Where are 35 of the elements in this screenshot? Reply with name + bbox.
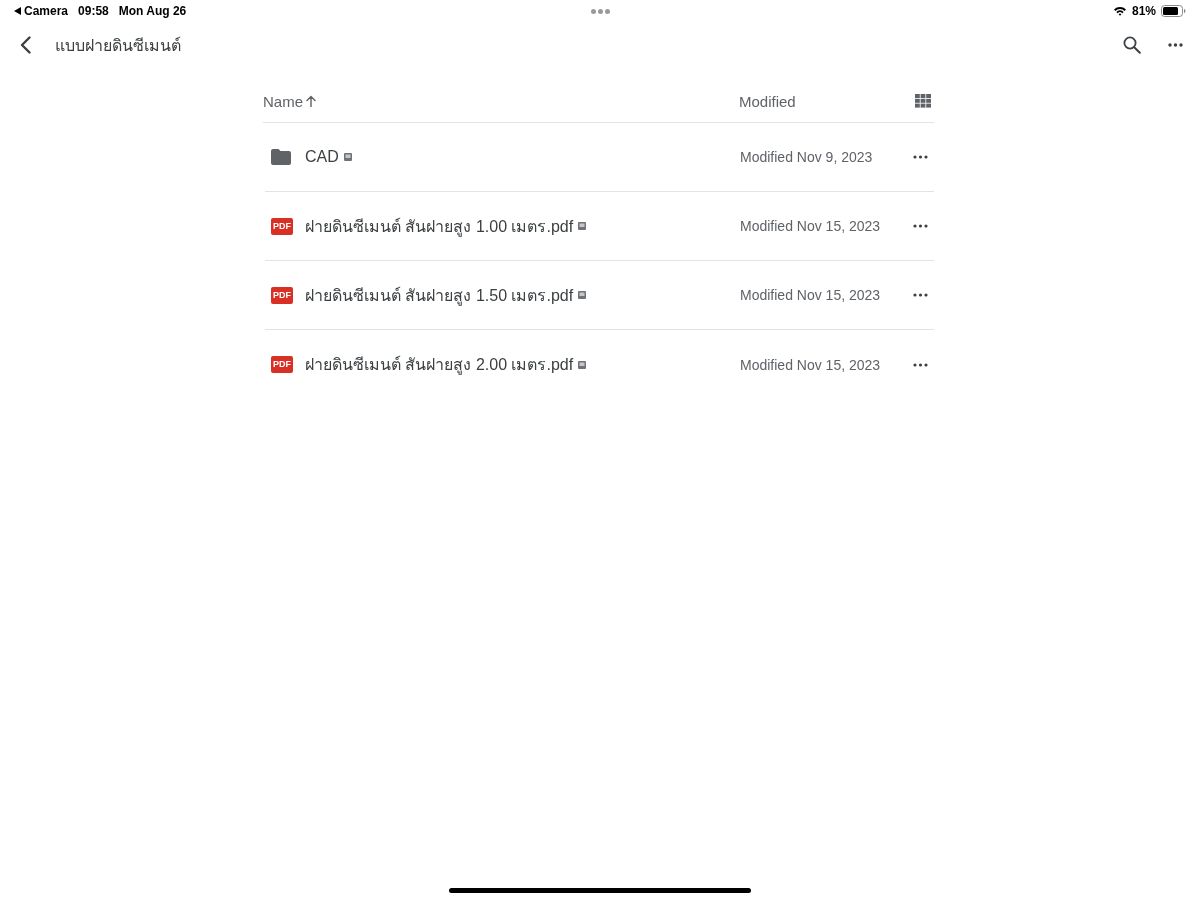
- back-app-link[interactable]: Camera: [24, 4, 69, 18]
- name-sort-button[interactable]: Name: [263, 92, 316, 110]
- square-tile-icon: [578, 291, 587, 299]
- grid-view-icon[interactable]: [915, 94, 931, 108]
- folder-title: แบบฝายดินซีเมนต์: [55, 35, 181, 56]
- chevron-left-icon: [19, 36, 31, 54]
- more-dots-icon: [912, 293, 928, 297]
- file-name[interactable]: ฝายดินซีเมนต์ สันฝายสูง 1.50 เมตร.pdf: [305, 282, 574, 308]
- file-name[interactable]: ฝายดินซีเมนต์ สันฝายสูง 2.00 เมตร.pdf: [305, 352, 574, 377]
- status-date: Mon Aug 26: [118, 4, 187, 18]
- more-dots-icon: [912, 155, 928, 159]
- modified-column-header[interactable]: Modified: [739, 92, 915, 110]
- modified-date: Modified Nov 15, 2023: [740, 356, 882, 373]
- file-name[interactable]: CAD: [305, 148, 339, 166]
- more-options-icon[interactable]: [1168, 43, 1183, 47]
- modified-date: Modified Nov 15, 2023: [740, 287, 882, 303]
- pdf-file-icon: PDF: [271, 356, 293, 373]
- pdf-file-icon: PDF: [271, 217, 293, 235]
- more-dots-icon: [912, 362, 928, 367]
- square-tile-icon: [343, 153, 352, 161]
- folder-icon: [271, 149, 291, 165]
- back-triangle-icon[interactable]: [14, 7, 21, 15]
- pdf-file-icon: PDF: [271, 286, 293, 304]
- modified-date: Modified Nov 15, 2023: [740, 218, 882, 234]
- file-name[interactable]: ฝายดินซีเมนต์ สันฝายสูง 1.00 เมตร.pdf: [305, 213, 574, 239]
- modified-date: Modified Nov 9, 2023: [740, 149, 874, 165]
- battery-percent: 81%: [1131, 4, 1156, 18]
- square-tile-icon: [578, 222, 587, 230]
- square-tile-icon: [578, 360, 587, 369]
- battery-icon: [1161, 5, 1186, 17]
- status-time: 09:58: [78, 4, 109, 18]
- wifi-icon: [1112, 6, 1127, 16]
- more-dots-icon: [912, 224, 928, 228]
- multitasking-dots-icon[interactable]: [590, 8, 610, 14]
- search-icon[interactable]: [1123, 36, 1141, 54]
